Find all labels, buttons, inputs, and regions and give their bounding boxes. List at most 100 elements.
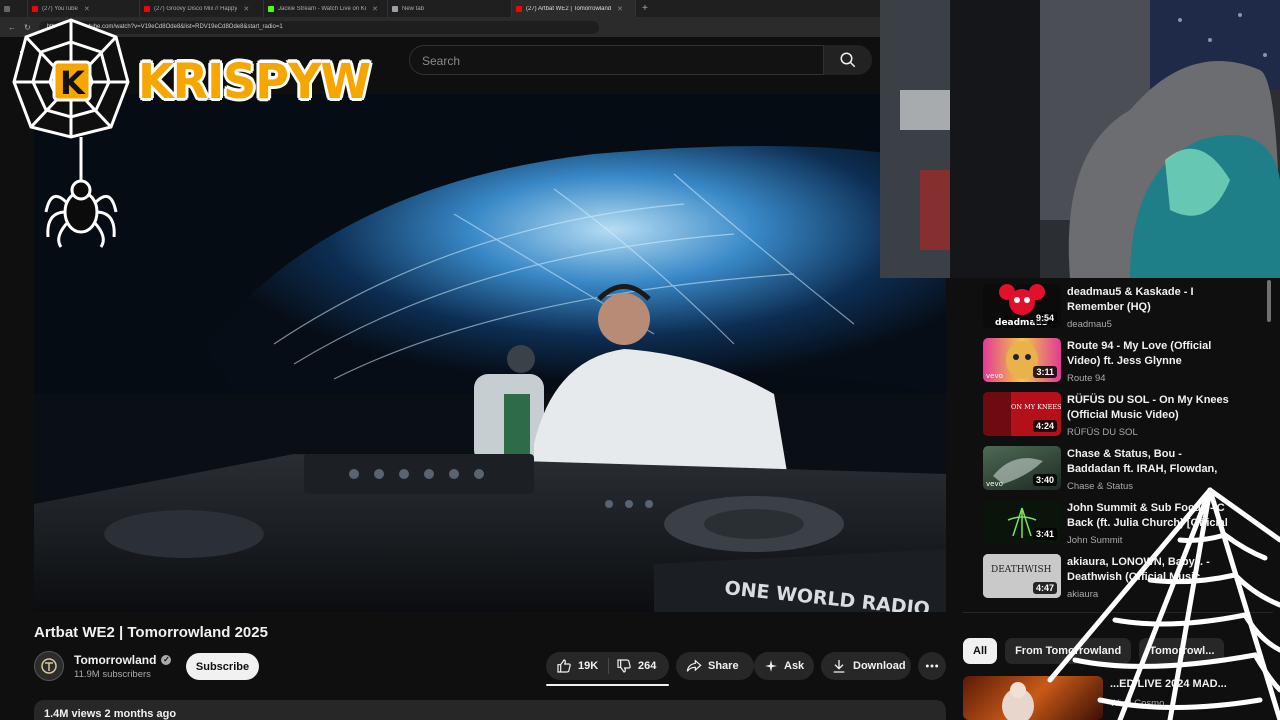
duration-badge: 3:11 <box>1033 366 1057 378</box>
related-channel: akiaura <box>1067 589 1099 600</box>
related-video-item[interactable]: deadmau5 9:54 deadmau5 & Kaskade - I Rem… <box>983 284 1273 332</box>
like-progress-underline <box>546 684 669 686</box>
thumb-text: vevo <box>986 480 1003 488</box>
related-video-item[interactable]: ON MY KNEES 4:24 RÜFÜS DU SOL - On My Kn… <box>983 392 1273 440</box>
chip-all[interactable]: All <box>963 638 998 664</box>
video-thumbnail[interactable]: ON MY KNEES 4:24 <box>983 392 1061 436</box>
related-channel: deadmau5 <box>1067 319 1112 330</box>
close-tab-icon[interactable]: ✕ <box>617 5 623 13</box>
subscriber-count: 11.9M subscribers <box>74 669 151 680</box>
related-channel: Route 94 <box>1067 373 1106 384</box>
screen: (27) YouTube ✕ (27) Groovy Disco Mix // H… <box>0 0 1280 720</box>
video-thumbnail[interactable] <box>963 676 1103 720</box>
more-horizontal-icon <box>925 664 939 668</box>
tab-label: New tab <box>402 5 425 12</box>
download-label: Download <box>853 660 906 672</box>
chip-channel-topic[interactable]: Tomorrowl... <box>1139 638 1225 664</box>
view-count-date: 1.4M views 2 months ago <box>44 708 177 720</box>
tomorrowland-logo-icon <box>41 658 57 674</box>
webcam-feed <box>880 0 1280 278</box>
ask-button[interactable]: Ask <box>754 652 814 680</box>
like-count: 19K <box>578 660 599 672</box>
webcam-image <box>880 0 1280 278</box>
tab-label: (27) YouTube <box>42 5 78 12</box>
close-tab-icon[interactable]: ✕ <box>372 5 378 13</box>
duration-badge: 9:54 <box>1032 312 1057 324</box>
related-channel: John Summit <box>1067 535 1123 546</box>
spider-web-icon: K <box>12 18 130 248</box>
thumbs-down-icon <box>617 659 631 673</box>
browser-tab-4[interactable]: New tab <box>388 0 512 17</box>
channel-name-text: Tomorrowland <box>74 653 157 667</box>
like-divider <box>608 658 609 674</box>
verified-icon: ✓ <box>161 655 172 665</box>
svg-text:K: K <box>60 64 86 102</box>
related-video-item[interactable]: vevo 3:11 Route 94 - My Love (Official V… <box>983 338 1273 386</box>
related-title[interactable]: Route 94 - My Love (Official Video) ft. … <box>1067 339 1232 369</box>
live-set-thumbnail-art <box>1002 682 1034 720</box>
related-video-item[interactable]: 3:41 John Summit & Sub Focus - C Back (f… <box>983 500 1273 548</box>
share-icon <box>686 659 702 672</box>
streamer-logo: K KRISPYW <box>6 12 371 252</box>
related-video-item[interactable]: DEATHWISH 4:47 akiaura, LONOWN, Baby... … <box>983 554 1273 602</box>
dislike-count: 264 <box>638 660 657 672</box>
video-thumbnail[interactable]: deadmau5 9:54 <box>983 284 1061 328</box>
sidebar-scrollbar[interactable] <box>1267 280 1271 322</box>
ask-label: Ask <box>784 660 805 672</box>
browser-tab-5[interactable]: (27) Artbat WE2 | Tomorrowland ✕ <box>512 0 636 17</box>
video-thumbnail[interactable]: vevo 3:40 <box>983 446 1061 490</box>
channel-avatar[interactable] <box>34 651 64 681</box>
video-thumbnail[interactable]: 3:41 <box>983 500 1061 544</box>
download-button[interactable]: Download <box>821 652 911 680</box>
newtab-favicon-icon <box>392 5 398 12</box>
thumb-text: vevo <box>986 372 1003 380</box>
search-placeholder: Search <box>422 54 461 68</box>
channel-name[interactable]: Tomorrowland ✓ <box>74 653 172 667</box>
dislike-button[interactable]: 264 <box>616 652 656 680</box>
youtube-favicon-icon <box>144 5 150 12</box>
new-tab-icon[interactable]: + <box>642 3 648 14</box>
duration-badge: 4:47 <box>1032 582 1057 594</box>
related-video-item[interactable]: vevo 3:40 Chase & Status, Bou - Baddadan… <box>983 446 1273 494</box>
related-channel: Wind Cosmo <box>1110 698 1165 709</box>
duration-badge: 3:40 <box>1032 474 1057 486</box>
description-box[interactable]: 1.4M views 2 months ago <box>34 700 946 720</box>
youtube-favicon-icon <box>32 5 38 12</box>
related-title[interactable]: ...ED LIVE 2024 MAD... <box>1110 678 1227 690</box>
related-title[interactable]: akiaura, LONOWN, Baby... - Deathwish (Of… <box>1067 555 1232 585</box>
related-title[interactable]: John Summit & Sub Focus - C Back (ft. Ju… <box>1067 501 1232 531</box>
search-input[interactable]: Search <box>409 45 824 75</box>
chip-from-channel[interactable]: From Tomorrowland <box>1005 638 1132 664</box>
download-icon <box>833 660 845 673</box>
search-button[interactable] <box>824 45 872 75</box>
related-title[interactable]: Chase & Status, Bou - Baddadan ft. IRAH,… <box>1067 447 1232 477</box>
kick-favicon-icon <box>268 5 274 12</box>
related-channel: RÜFÜS DU SOL <box>1067 427 1138 438</box>
thumb-text: DEATHWISH <box>991 565 1052 575</box>
related-title[interactable]: RÜFÜS DU SOL - On My Knees (Official Mus… <box>1067 393 1232 423</box>
subscribe-button[interactable]: Subscribe <box>186 653 259 680</box>
more-actions-button[interactable] <box>918 652 946 680</box>
related-channel: Chase & Status <box>1067 481 1134 492</box>
thumb-text: ON MY KNEES <box>1011 403 1061 411</box>
tab-label: (27) Groovy Disco Mix // Happy <box>154 5 238 12</box>
share-button[interactable]: Share <box>676 652 754 680</box>
like-button[interactable]: 19K <box>556 652 598 680</box>
duration-badge: 3:41 <box>1032 528 1057 540</box>
video-thumbnail[interactable]: DEATHWISH 4:47 <box>983 554 1061 598</box>
logo-text: KRISPYW <box>138 52 371 110</box>
related-video-item[interactable]: ...ED LIVE 2024 MAD... Wind Cosmo <box>963 676 1280 720</box>
tab-label: (27) Artbat WE2 | Tomorrowland <box>526 5 612 12</box>
video-title: Artbat WE2 | Tomorrowland 2025 <box>34 624 268 641</box>
filter-chips: All From Tomorrowland Tomorrowl... <box>963 638 1280 664</box>
youtube-favicon-icon <box>516 5 522 12</box>
window-icon <box>4 5 10 12</box>
video-thumbnail[interactable]: vevo 3:11 <box>983 338 1061 382</box>
related-videos: deadmau5 9:54 deadmau5 & Kaskade - I Rem… <box>963 278 1273 613</box>
like-dislike-group: 19K 264 <box>546 652 669 680</box>
share-label: Share <box>708 660 739 672</box>
sparkle-icon <box>765 660 777 672</box>
duration-badge: 4:24 <box>1032 420 1057 432</box>
related-title[interactable]: deadmau5 & Kaskade - I Remember (HQ) <box>1067 285 1232 315</box>
search-icon <box>840 52 856 68</box>
